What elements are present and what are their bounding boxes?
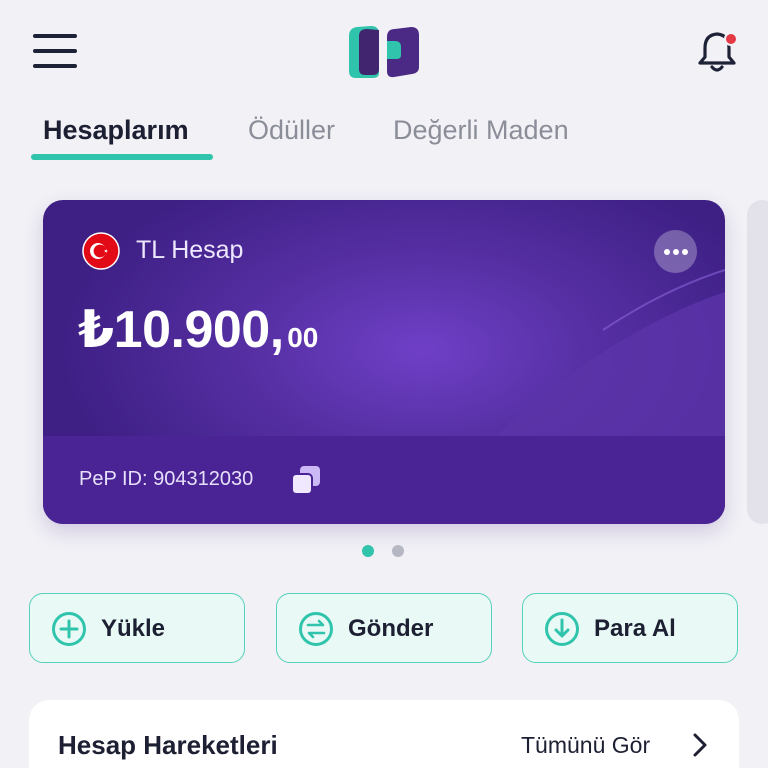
turkey-flag-icon <box>82 232 120 270</box>
next-card-peek[interactable] <box>747 200 768 524</box>
account-transactions-panel: Hesap Hareketleri Tümünü Gör <box>29 700 739 768</box>
tl-account-card[interactable]: TL Hesap ₺10.900, 00 PeP ID: 904312030 <box>43 200 725 524</box>
chevron-right-icon <box>693 733 707 757</box>
transfer-circle-icon <box>299 612 333 646</box>
balance-decimal: 00 <box>287 322 319 353</box>
yukle-label: Yükle <box>101 615 166 642</box>
tab-hesaplarim[interactable]: Hesaplarım <box>43 114 189 146</box>
pager-dot-active[interactable] <box>362 545 374 557</box>
menu-button[interactable] <box>33 34 77 70</box>
copy-icon[interactable] <box>290 464 322 496</box>
tab-oduller[interactable]: Ödüller <box>248 114 335 146</box>
see-all-label: Tümünü Gör <box>521 732 651 758</box>
account-tabs: Hesaplarım Ödüller Değerli Maden <box>0 110 768 162</box>
balance-separator: , <box>269 301 285 359</box>
para-al-button[interactable]: Para Al <box>522 593 738 663</box>
pager-dot[interactable] <box>392 545 404 557</box>
yukle-button[interactable]: Yükle <box>29 593 245 663</box>
brand-logo-icon <box>349 26 419 78</box>
transactions-title: Hesap Hareketleri <box>58 730 278 760</box>
para-al-label: Para Al <box>594 615 676 642</box>
notification-badge <box>724 32 738 46</box>
balance-integer: ₺10.900 <box>78 301 270 359</box>
see-all-link[interactable]: Tümünü Gör <box>521 728 721 764</box>
download-circle-icon <box>545 612 579 646</box>
account-title: TL Hesap <box>136 236 244 264</box>
gonder-button[interactable]: Gönder <box>276 593 492 663</box>
more-dots-icon[interactable] <box>654 230 697 273</box>
bell-icon[interactable] <box>696 28 740 74</box>
hamburger-menu-icon <box>33 34 77 38</box>
account-balance: ₺10.900, 00 <box>78 300 318 360</box>
plus-circle-icon <box>52 612 86 646</box>
gonder-label: Gönder <box>348 615 434 642</box>
active-tab-indicator <box>31 154 213 160</box>
pep-id-label: PeP ID: 904312030 <box>79 468 254 490</box>
tab-degerli-maden[interactable]: Değerli Maden <box>393 114 569 146</box>
